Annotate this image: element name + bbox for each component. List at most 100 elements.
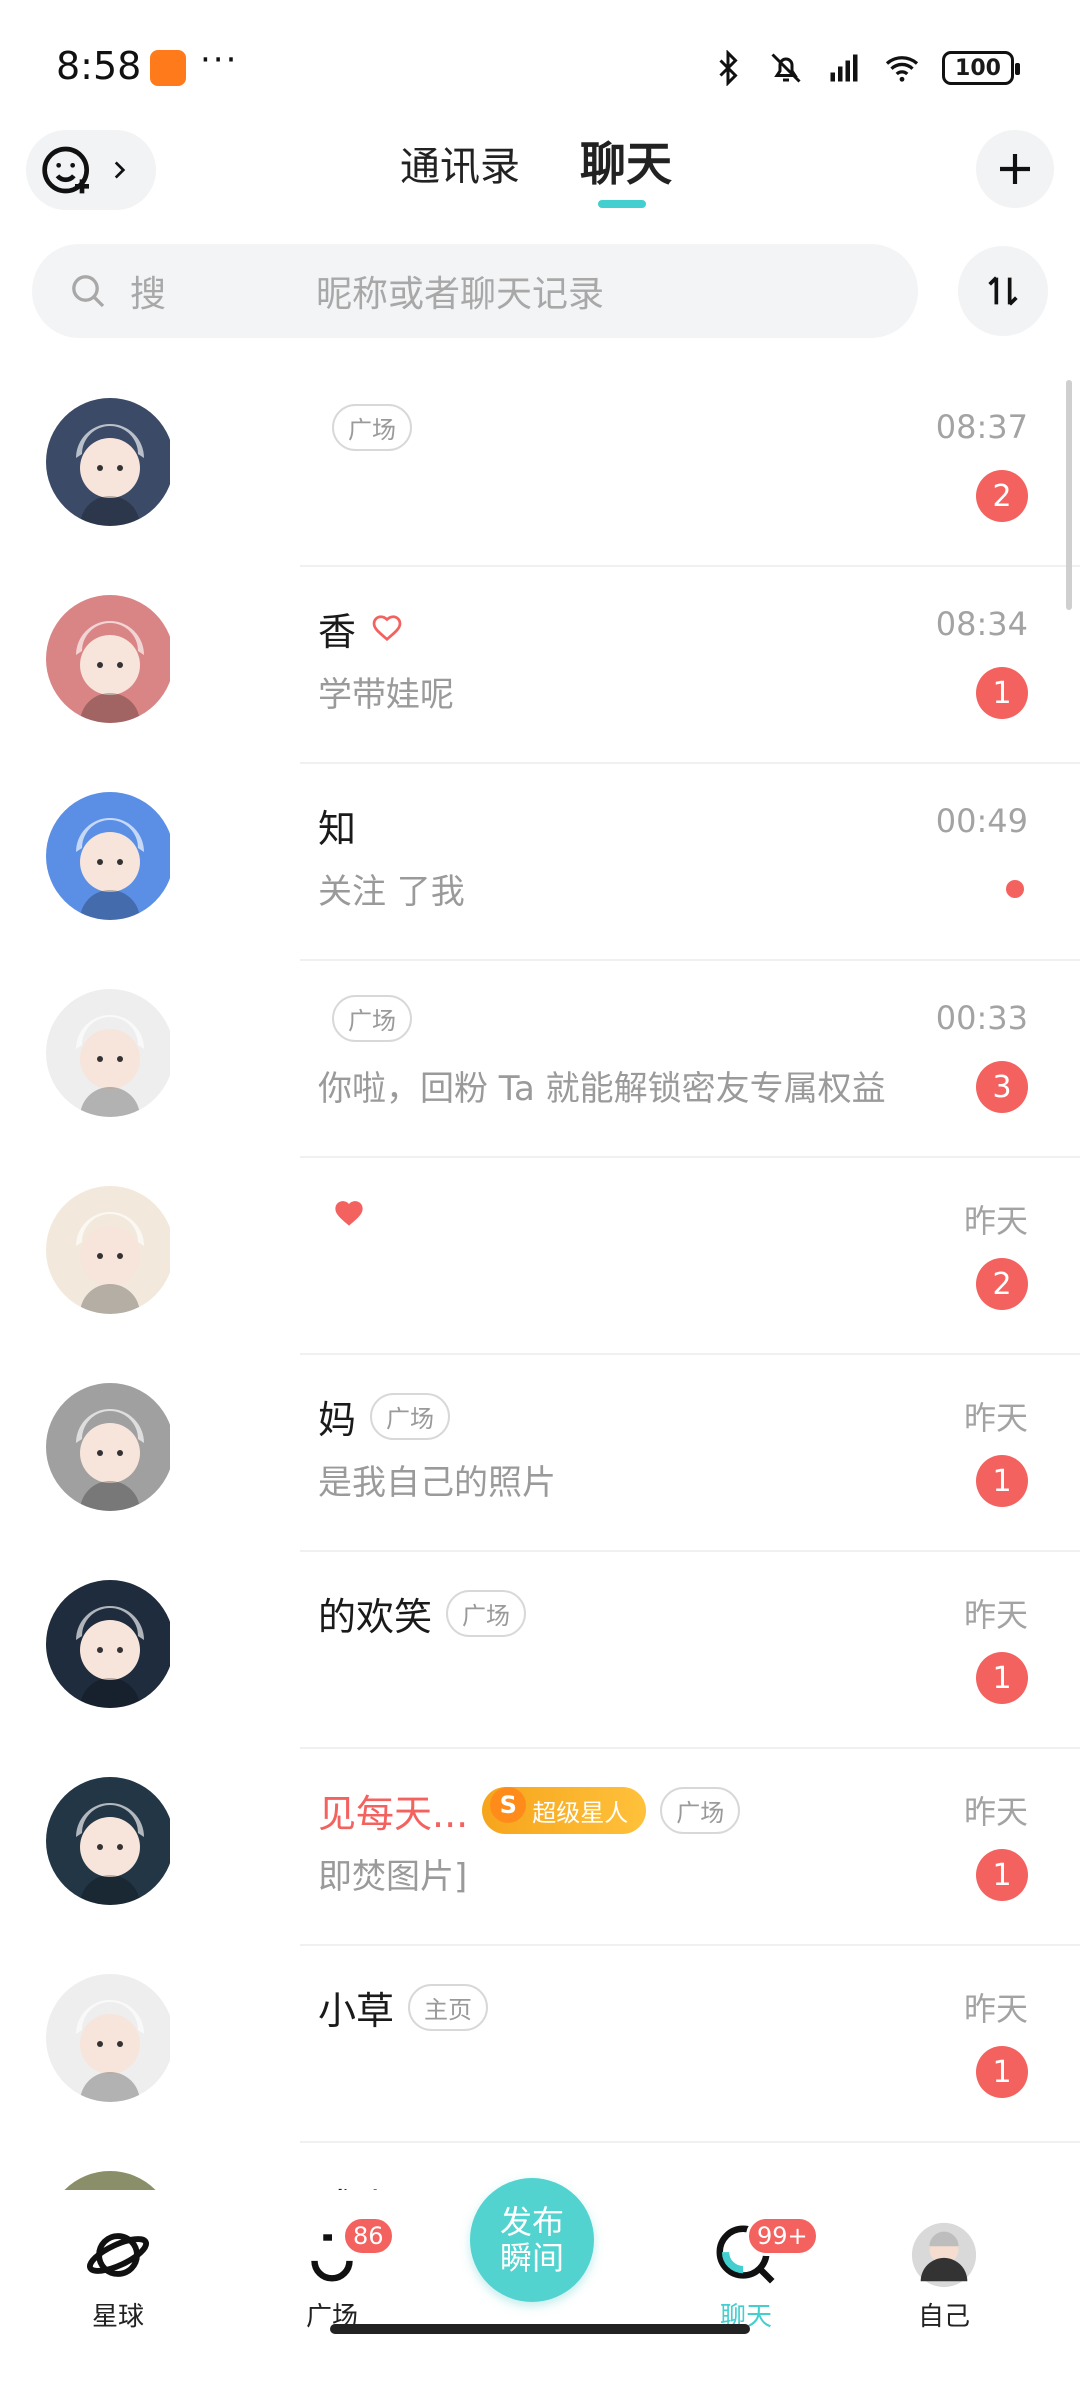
chat-row[interactable]: 知关注 了我 00:49 xyxy=(0,764,1080,961)
unread-badge: 1 xyxy=(976,1652,1028,1704)
mosaic-mask xyxy=(170,579,320,749)
chat-row[interactable]: 见每天... 超级星人广场即焚图片] 昨天 1 xyxy=(0,1749,1080,1946)
tab-active-indicator xyxy=(598,200,646,208)
source-tag: 广场 xyxy=(332,995,412,1042)
avatar[interactable] xyxy=(46,398,174,526)
chat-last-message: 即焚图片] xyxy=(318,1857,468,1897)
app-notification-icon xyxy=(150,50,186,86)
avatar[interactable] xyxy=(46,792,174,920)
mute-icon xyxy=(771,53,801,83)
plus-button[interactable] xyxy=(976,130,1054,208)
avatar-illustration xyxy=(76,621,144,723)
status-icons: 100 xyxy=(710,46,1020,90)
add-friend-button[interactable] xyxy=(26,130,156,210)
chat-time: 昨天 xyxy=(963,1793,1028,1831)
plus-icon xyxy=(1000,154,1030,184)
unread-badge: 1 xyxy=(976,1455,1028,1507)
chat-last-message: 你啦，回粉 Ta 就能解锁密友专属权益 xyxy=(318,1069,886,1109)
chat-time: 昨天 xyxy=(963,1399,1028,1437)
chat-row[interactable]: 广场 你啦，回粉 Ta 就能解锁密友专属权益 00:33 3 xyxy=(0,961,1080,1158)
search-placeholder-prefix: 搜 xyxy=(130,274,167,315)
status-time: 8:58 xyxy=(56,44,142,88)
mosaic-mask xyxy=(170,382,320,552)
avatar[interactable] xyxy=(46,1777,174,1905)
avatar-illustration xyxy=(76,1803,144,1905)
wifi-icon xyxy=(885,56,919,82)
search-input[interactable]: 搜 昵称或者聊天记录 xyxy=(32,244,918,338)
unread-badge: 3 xyxy=(976,1061,1028,1113)
avatar-illustration xyxy=(76,818,144,920)
smile-add-icon xyxy=(42,146,89,194)
chat-name-text: 知 xyxy=(318,807,357,851)
vip-badge: 超级星人 xyxy=(482,1787,647,1834)
nav-me[interactable]: 自己 xyxy=(884,2220,1004,2333)
heart-icon xyxy=(332,1192,366,1236)
sort-button[interactable] xyxy=(958,246,1048,336)
chat-row[interactable]: 昨天 2 xyxy=(0,1158,1080,1355)
chat-last-message: 关注 了我 xyxy=(318,872,465,912)
avatar[interactable] xyxy=(46,1383,174,1511)
avatar[interactable] xyxy=(46,1974,174,2102)
source-tag: 广场 xyxy=(446,1590,527,1637)
sort-arrows-icon xyxy=(988,276,1018,306)
mosaic-mask xyxy=(170,973,320,1143)
mosaic-mask xyxy=(170,1367,320,1537)
chat-name: 广场 xyxy=(318,995,412,1042)
avatar-illustration xyxy=(76,1606,144,1708)
publish-line-2: 瞬间 xyxy=(499,2239,564,2277)
signal-icon xyxy=(830,54,858,82)
unread-badge: 1 xyxy=(976,667,1028,719)
chat-row[interactable]: 小草 主页 昨天 1 xyxy=(0,1946,1080,2143)
unread-badge: 1 xyxy=(976,1849,1028,1901)
avatar-illustration xyxy=(76,1409,144,1511)
chat-name: 广场 xyxy=(318,404,412,451)
nav-planet[interactable]: 星球 xyxy=(58,2220,178,2333)
nav-label: 星球 xyxy=(91,2302,144,2332)
avatar[interactable] xyxy=(46,595,174,723)
chat-name-text: 香 xyxy=(318,610,357,654)
chat-time: 08:34 xyxy=(935,605,1028,643)
search-placeholder: 昵称或者聊天记录 xyxy=(316,274,605,315)
avatar[interactable] xyxy=(46,1186,174,1314)
source-tag: 广场 xyxy=(332,404,412,451)
chat-name-text: 见每天... xyxy=(318,1792,469,1836)
nav-badge: 86 xyxy=(342,2216,395,2256)
nav-chat[interactable]: 99+ 聊天 xyxy=(686,2216,819,2333)
chat-name: 见每天... 超级星人广场 xyxy=(318,1783,741,1838)
avatar-illustration xyxy=(76,1015,144,1117)
chat-row[interactable]: 香学带娃呢 08:34 1 xyxy=(0,567,1080,764)
chat-list: 广场 08:37 2 香学带娃呢 08:34 1 知关注 了我 00:49 广场 你啦，回粉 Ta… xyxy=(0,370,1080,2340)
scrollbar[interactable] xyxy=(1066,380,1072,610)
tab-contacts[interactable]: 通讯录 xyxy=(400,134,520,192)
home-indicator[interactable] xyxy=(330,2324,750,2334)
chat-name: 知 xyxy=(318,798,356,853)
chat-last-message: 是我自己的照片 xyxy=(318,1463,556,1503)
avatar[interactable] xyxy=(46,989,174,1117)
battery-indicator: 100 xyxy=(942,51,1020,85)
chat-time: 00:49 xyxy=(935,802,1028,840)
chat-name: 的欢笑 广场 xyxy=(318,1586,527,1641)
chat-row[interactable]: 的欢笑 广场 昨天 1 xyxy=(0,1552,1080,1749)
avatar-illustration xyxy=(76,2000,144,2102)
chat-time: 昨天 xyxy=(963,1990,1028,2028)
chevron-right-icon xyxy=(114,161,126,179)
mosaic-mask xyxy=(170,1564,320,1734)
chat-row[interactable]: 广场 08:37 2 xyxy=(0,370,1080,567)
avatar[interactable] xyxy=(46,1580,174,1708)
source-tag: 主页 xyxy=(408,1984,489,2031)
chat-name: 香 xyxy=(318,601,404,656)
avatar-illustration xyxy=(76,424,144,526)
unread-badge: 2 xyxy=(976,470,1028,522)
planet-icon xyxy=(86,2233,150,2277)
source-tag: 广场 xyxy=(660,1787,741,1834)
publish-moment-button[interactable]: 发布 瞬间 xyxy=(470,2178,594,2302)
chat-row[interactable]: 妈广场是我自己的照片 昨天 1 xyxy=(0,1355,1080,1552)
nav-square[interactable]: 86 广场 xyxy=(272,2216,395,2333)
chat-name: 小草 主页 xyxy=(318,1980,489,2035)
header: 通讯录 聊天 xyxy=(0,120,1080,220)
mosaic-mask xyxy=(170,1761,320,1931)
tab-chat[interactable]: 聊天 xyxy=(580,128,672,194)
bluetooth-icon xyxy=(719,50,738,86)
publish-line-1: 发布 xyxy=(499,2203,564,2241)
chat-name: 妈广场 xyxy=(318,1389,451,1444)
